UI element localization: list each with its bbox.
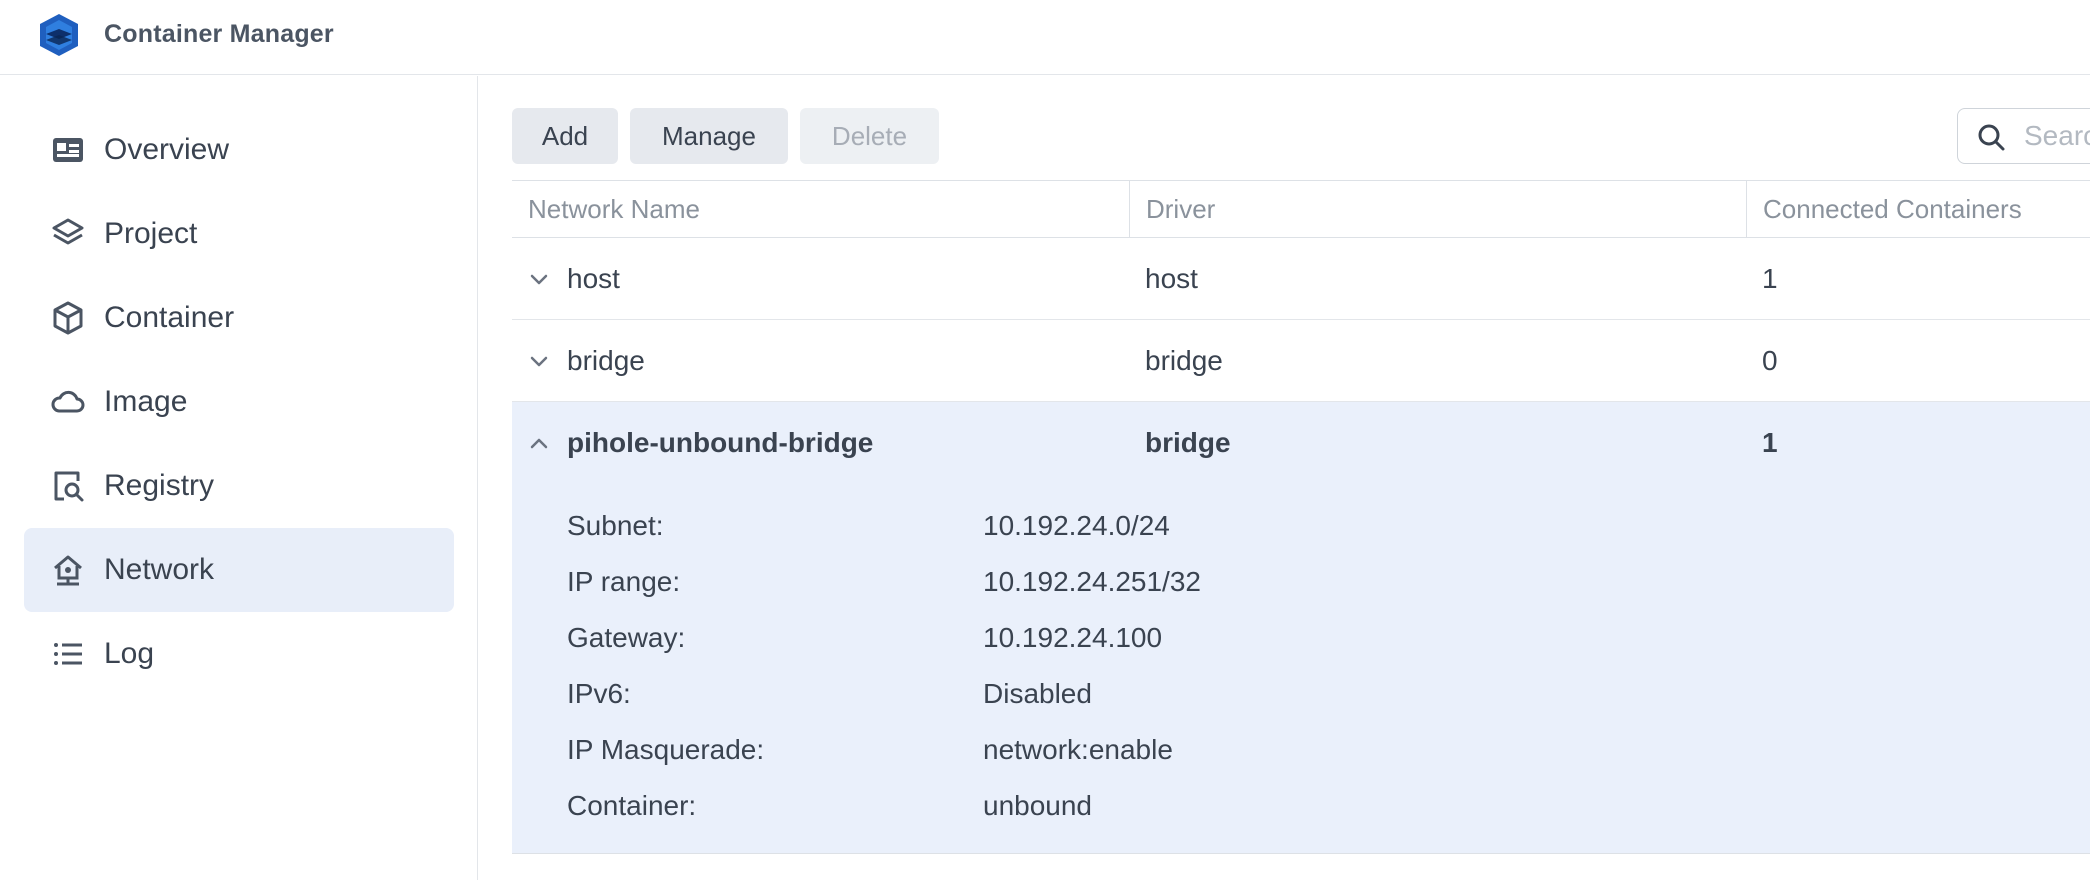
gateway-value: 10.192.24.100 bbox=[983, 622, 1163, 653]
column-header-network-name[interactable]: Network Name bbox=[512, 181, 1129, 237]
connected-containers-cell: 0 bbox=[1762, 345, 1778, 376]
cloud-icon bbox=[51, 390, 85, 413]
network-name-cell: host bbox=[567, 263, 620, 294]
connected-containers-cell: 1 bbox=[1762, 427, 1778, 458]
sidebar-item-project[interactable]: Project bbox=[24, 192, 454, 276]
gateway-label: Gateway: bbox=[567, 622, 686, 653]
sidebar-item-container[interactable]: Container bbox=[24, 276, 454, 360]
title-bar: Container Manager bbox=[0, 0, 2090, 75]
cube-icon bbox=[53, 301, 83, 335]
sidebar-item-label: Overview bbox=[104, 133, 230, 166]
chevron-down-icon[interactable] bbox=[528, 268, 550, 290]
ip-masquerade-label: IP Masquerade: bbox=[567, 734, 765, 765]
sidebar-item-label: Project bbox=[104, 217, 198, 250]
network-name-cell: pihole-unbound-bridge bbox=[567, 427, 874, 458]
container-value: unbound bbox=[983, 790, 1093, 821]
manage-button[interactable]: Manage bbox=[630, 108, 788, 164]
sidebar-item-label: Network bbox=[104, 553, 215, 586]
driver-cell: bridge bbox=[1145, 345, 1223, 376]
app-title: Container Manager bbox=[104, 20, 334, 48]
ipv6-label: IPv6: bbox=[567, 678, 631, 709]
search-input[interactable] bbox=[2024, 119, 2090, 153]
sidebar-item-log[interactable]: Log bbox=[24, 612, 454, 696]
registry-search-icon bbox=[54, 471, 84, 502]
add-button[interactable]: Add bbox=[512, 108, 618, 164]
table-row[interactable]: bridge bridge 0 bbox=[512, 320, 2090, 402]
network-name-cell: bridge bbox=[567, 345, 645, 376]
ip-masquerade-value: network:enable bbox=[983, 734, 1173, 765]
main-panel: Add Manage Delete Network Name Driver Co… bbox=[479, 76, 2090, 880]
subnet-value: 10.192.24.0/24 bbox=[983, 510, 1170, 541]
column-header-connected-containers[interactable]: Connected Containers bbox=[1746, 181, 2090, 237]
table-header: Network Name Driver Connected Containers bbox=[512, 180, 2090, 238]
sidebar-item-label: Log bbox=[104, 637, 155, 670]
driver-cell: host bbox=[1145, 263, 1198, 294]
container-manager-logo-icon bbox=[40, 14, 78, 56]
overview-card-icon bbox=[53, 138, 83, 162]
table-row[interactable]: host host 1 bbox=[512, 238, 2090, 320]
ip-range-label: IP range: bbox=[567, 566, 681, 597]
sidebar: Overview Project Container Image Registr… bbox=[0, 76, 478, 880]
delete-button[interactable]: Delete bbox=[800, 108, 939, 164]
sidebar-item-label: Registry bbox=[104, 469, 215, 502]
connected-containers-cell: 1 bbox=[1762, 263, 1778, 294]
network-house-icon bbox=[54, 555, 82, 586]
chevron-down-icon[interactable] bbox=[528, 350, 550, 372]
sidebar-item-overview[interactable]: Overview bbox=[24, 108, 454, 192]
container-label: Container: bbox=[567, 790, 697, 821]
search-box[interactable] bbox=[1957, 108, 2090, 164]
subnet-label: Subnet: bbox=[567, 510, 664, 541]
chevron-up-icon[interactable] bbox=[528, 432, 550, 454]
ip-range-value: 10.192.24.251/32 bbox=[983, 566, 1201, 597]
driver-cell: bridge bbox=[1145, 427, 1231, 458]
column-header-driver[interactable]: Driver bbox=[1129, 181, 1746, 237]
ipv6-value: Disabled bbox=[983, 678, 1092, 709]
sidebar-item-label: Image bbox=[104, 385, 188, 418]
sidebar-item-label: Container bbox=[104, 301, 235, 334]
table-row-expanded[interactable]: pihole-unbound-bridge bridge 1 Subnet: 1… bbox=[512, 402, 2090, 854]
search-icon bbox=[1978, 124, 2005, 151]
sidebar-item-network[interactable]: Network bbox=[24, 528, 454, 612]
list-icon bbox=[54, 643, 82, 665]
sidebar-item-image[interactable]: Image bbox=[24, 360, 454, 444]
layers-icon bbox=[52, 218, 84, 245]
sidebar-item-registry[interactable]: Registry bbox=[24, 444, 454, 528]
